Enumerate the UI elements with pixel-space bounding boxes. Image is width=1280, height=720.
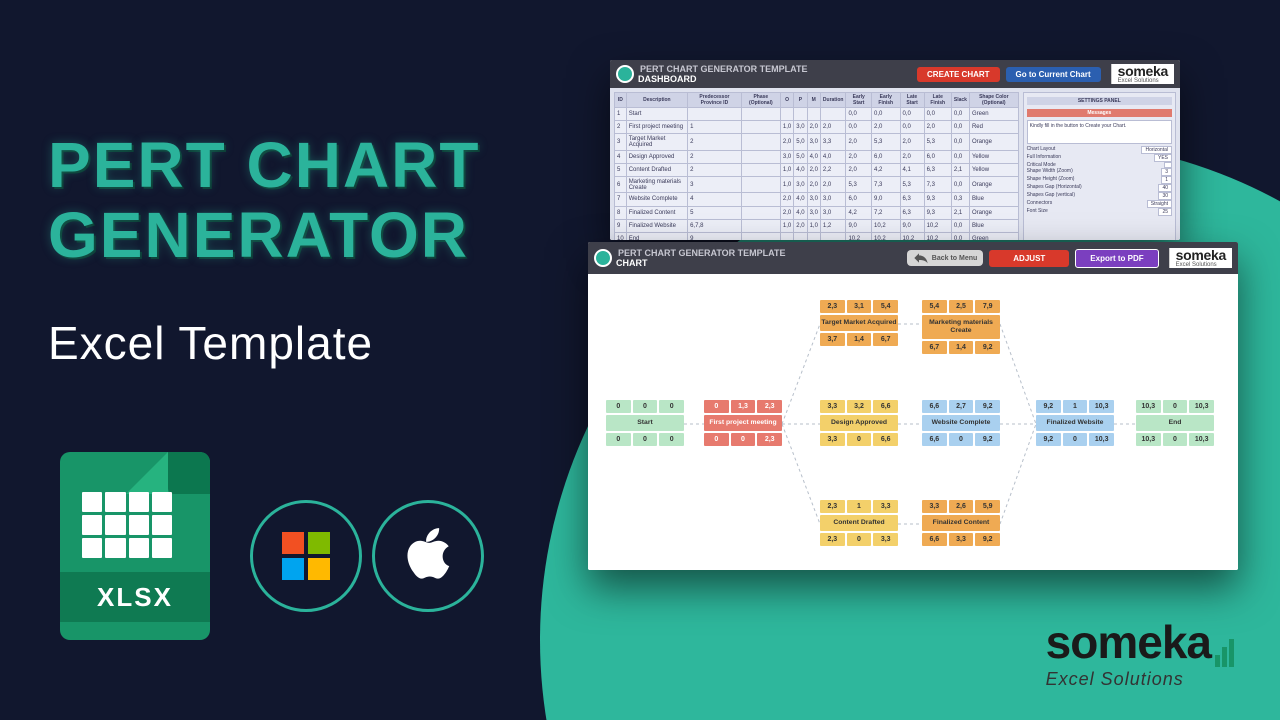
table-row[interactable]: 9Finalized Website6,7,81,02,01,01,29,010… xyxy=(615,219,1019,232)
create-chart-button[interactable]: CREATE CHART xyxy=(917,67,1000,82)
someka-logo-icon xyxy=(594,249,612,267)
pert-node-mkt[interactable]: 5,42,57,9Marketing materials Create6,71,… xyxy=(922,298,1000,356)
settings-panel: SETTINGS PANEL Messages Kindly fill in t… xyxy=(1023,92,1176,240)
subtitle: Excel Template xyxy=(48,316,373,370)
table-row[interactable]: 3Target Market Acquired22,05,03,03,32,05… xyxy=(615,134,1019,150)
setting-row[interactable]: Font Size25 xyxy=(1027,208,1172,216)
brand-block: somekaExcel Solutions xyxy=(1111,64,1174,84)
windows-logo-icon xyxy=(282,532,330,580)
table-header: Late Start xyxy=(900,93,924,108)
table-header: M xyxy=(807,93,820,108)
table-header: Early Start xyxy=(846,93,872,108)
chart-title: PERT CHART GENERATOR TEMPLATE xyxy=(618,248,786,258)
setting-row[interactable]: Shape Height (Zoom)1 xyxy=(1027,176,1172,184)
chart-subtitle: CHART xyxy=(616,258,786,268)
apple-logo-icon xyxy=(406,528,450,585)
main-title: PERT CHART GENERATOR xyxy=(48,130,480,271)
setting-row[interactable]: Shape Width (Zoom)3 xyxy=(1027,168,1172,176)
chart-header: PERT CHART GENERATOR TEMPLATE CHART Back… xyxy=(588,242,1238,274)
pert-node-end[interactable]: 10,3010,3End10,3010,3 xyxy=(1136,398,1214,448)
table-header: ID xyxy=(615,93,627,108)
title-line-1: PERT CHART xyxy=(48,130,480,200)
table-row[interactable]: 6Marketing materials Create31,03,02,02,0… xyxy=(615,176,1019,192)
table-header: P xyxy=(794,93,807,108)
promo-stage: PERT CHART GENERATOR Excel Template XLSX… xyxy=(0,0,1280,720)
pert-data-table[interactable]: IDDescriptionPredecessor Province IDPhas… xyxy=(614,92,1019,240)
windows-badge xyxy=(250,500,362,612)
messages-box: Kindly fill in the button to Create your… xyxy=(1027,120,1172,144)
pert-node-meeting[interactable]: 01,32,3First project meeting002,3 xyxy=(704,398,782,448)
pert-node-web[interactable]: 6,62,79,2Website Complete6,609,2 xyxy=(922,398,1000,448)
someka-corner-logo: someka Excel Solutions xyxy=(1046,613,1234,690)
setting-row[interactable]: Chart LayoutHorizontal xyxy=(1027,146,1172,154)
table-row[interactable]: 10End910,210,210,210,20,0Green xyxy=(615,232,1019,240)
setting-row[interactable]: Shapes Gap (Horizontal)40 xyxy=(1027,184,1172,192)
apple-badge xyxy=(372,500,484,612)
settings-panel-header: SETTINGS PANEL xyxy=(1027,97,1172,105)
pert-node-fweb[interactable]: 9,2110,3Finalized Website9,2010,3 xyxy=(1036,398,1114,448)
someka-logo-icon xyxy=(616,65,634,83)
dashboard-subtitle: DASHBOARD xyxy=(638,74,808,84)
table-header: Late Finish xyxy=(924,93,951,108)
goto-chart-button[interactable]: Go to Current Chart xyxy=(1006,67,1101,82)
bar-chart-icon xyxy=(1213,613,1234,667)
dashboard-thumbnail: PERT CHART GENERATOR TEMPLATE DASHBOARD … xyxy=(610,60,1180,240)
adjust-button[interactable]: ADJUST xyxy=(989,250,1069,267)
table-row[interactable]: 2First project meeting11,03,02,02,00,02,… xyxy=(615,121,1019,134)
chart-thumbnail: PERT CHART GENERATOR TEMPLATE CHART Back… xyxy=(588,242,1238,570)
pert-node-start[interactable]: 000Start000 xyxy=(606,398,684,448)
table-header: Slack xyxy=(951,93,969,108)
table-header: Early Finish xyxy=(871,93,900,108)
table-row[interactable]: 5Content Drafted21,04,02,02,22,04,24,16,… xyxy=(615,163,1019,176)
pert-chart-canvas: 000Start000 01,32,3First project meeting0… xyxy=(588,274,1238,570)
table-header: O xyxy=(780,93,793,108)
export-pdf-button[interactable]: Export to PDF xyxy=(1075,249,1158,268)
table-header: Phase (Optional) xyxy=(741,93,780,108)
dashboard-header: PERT CHART GENERATOR TEMPLATE DASHBOARD … xyxy=(610,60,1180,88)
pert-node-market[interactable]: 2,33,15,4Target Market Acquired3,71,46,7 xyxy=(820,298,898,348)
table-header: Predecessor Province ID xyxy=(688,93,742,108)
table-header: Shape Color (Optional) xyxy=(969,93,1018,108)
undo-arrow-icon xyxy=(913,252,929,264)
table-row[interactable]: 7Website Complete42,04,03,03,06,09,06,39… xyxy=(615,193,1019,206)
pert-node-content[interactable]: 2,313,3Content Drafted2,303,3 xyxy=(820,498,898,548)
pert-node-design[interactable]: 3,33,26,6Design Approved3,306,6 xyxy=(820,398,898,448)
table-row[interactable]: 4Design Approved23,05,04,04,02,06,02,06,… xyxy=(615,150,1019,163)
dashboard-title: PERT CHART GENERATOR TEMPLATE xyxy=(640,64,808,74)
brand-block: somekaExcel Solutions xyxy=(1169,248,1232,268)
xlsx-file-icon: XLSX xyxy=(60,452,210,640)
table-header: Duration xyxy=(820,93,846,108)
messages-header: Messages xyxy=(1027,109,1172,117)
table-row[interactable]: 1Start0,00,00,00,00,0Green xyxy=(615,108,1019,121)
setting-row[interactable]: ConnectorsStraight xyxy=(1027,200,1172,208)
title-line-2: GENERATOR xyxy=(48,200,480,270)
setting-row[interactable]: Full InformationYES xyxy=(1027,154,1172,162)
pert-node-fcontent[interactable]: 3,32,65,9Finalized Content6,63,39,2 xyxy=(922,498,1000,548)
setting-row[interactable]: Shapes Gap (vertical)30 xyxy=(1027,192,1172,200)
table-header: Description xyxy=(626,93,687,108)
back-to-menu-button[interactable]: Back to Menu xyxy=(907,250,984,266)
xlsx-extension-label: XLSX xyxy=(60,572,210,622)
table-row[interactable]: 8Finalized Content52,04,03,03,04,27,26,3… xyxy=(615,206,1019,219)
